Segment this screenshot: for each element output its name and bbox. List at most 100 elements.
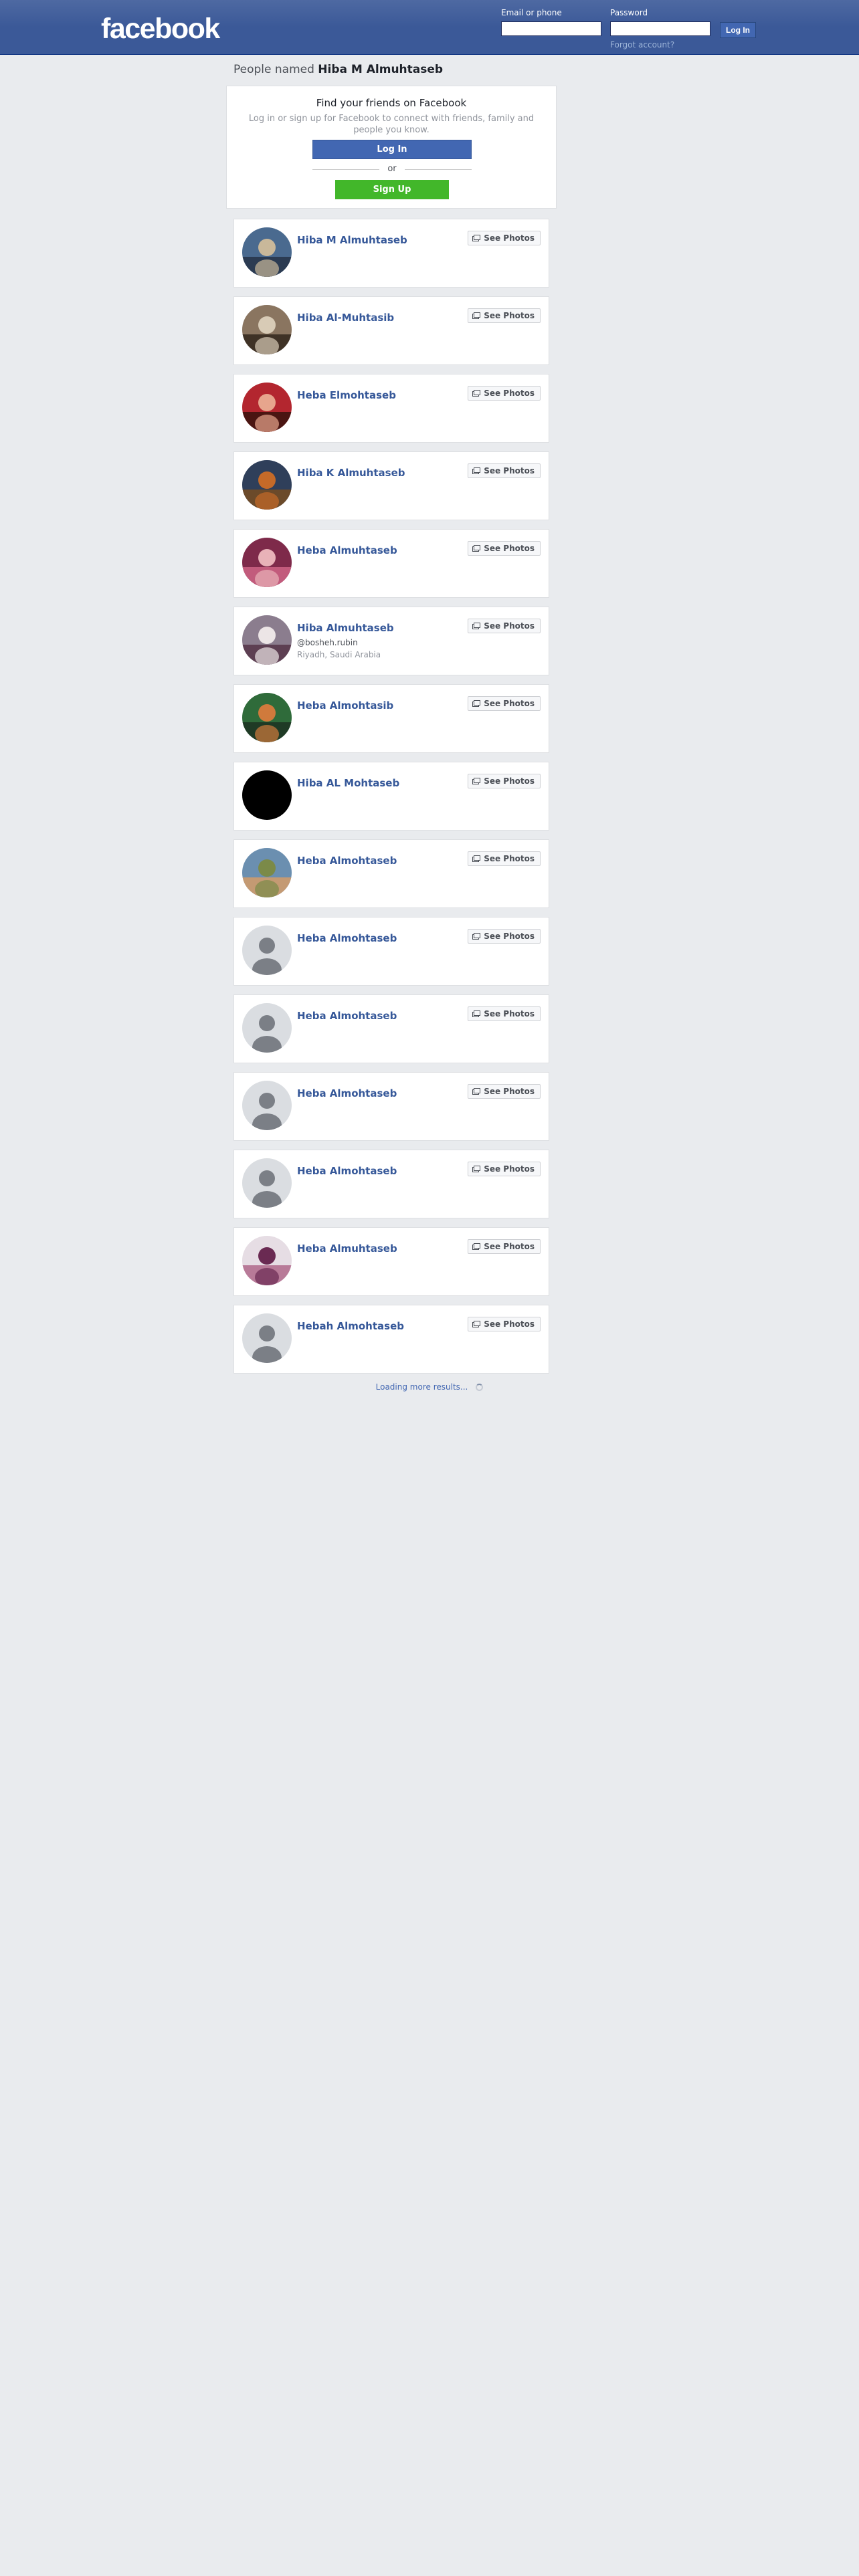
profile-name-link[interactable]: Heba Almohtasib [297,700,393,712]
page-title-prefix: People named [233,63,318,76]
profile-name-link[interactable]: Heba Almohtaseb [297,932,397,944]
profile-photo [242,1236,292,1285]
profile-avatar[interactable] [242,770,292,820]
email-field-group: Email or phone [501,8,601,36]
photo-icon [472,1010,481,1017]
see-photos-button[interactable]: See Photos [468,774,541,788]
profile-name-link[interactable]: Hiba Al-Muhtasib [297,312,394,324]
see-photos-button[interactable]: See Photos [468,386,541,401]
profile-photo [242,693,292,742]
see-photos-button[interactable]: See Photos [468,1084,541,1099]
profile-avatar[interactable] [242,926,292,975]
email-label: Email or phone [501,8,562,17]
photo-icon [472,545,481,552]
profile-avatar[interactable] [242,1236,292,1285]
photo-icon [472,467,481,474]
profile-avatar[interactable] [242,227,292,277]
see-photos-button[interactable]: See Photos [468,696,541,711]
profile-avatar[interactable] [242,1081,292,1130]
see-photos-button[interactable]: See Photos [468,231,541,245]
see-photos-label: See Photos [484,233,535,243]
photo-icon [472,623,481,629]
see-photos-button[interactable]: See Photos [468,1317,541,1331]
profile-avatar[interactable] [242,615,292,665]
spinner-icon [476,1384,484,1391]
photo-icon [472,390,481,397]
loading-indicator: Loading more results... [0,1382,859,1392]
see-photos-label: See Photos [484,1242,535,1251]
result-card: Heba Almohtaseb See Photos [233,1150,549,1218]
see-photos-button[interactable]: See Photos [468,929,541,944]
see-photos-button[interactable]: See Photos [468,619,541,633]
email-input[interactable] [501,21,601,36]
or-divider: or [312,164,472,175]
search-results-list: Hiba M Almuhtaseb See Photos Hiba Al-Muhta… [233,219,549,1382]
result-card: Heba Almohtaseb See Photos [233,1072,549,1141]
profile-name-link[interactable]: Heba Almohtaseb [297,1087,397,1099]
profile-name-link[interactable]: Hiba K Almuhtaseb [297,467,405,479]
see-photos-label: See Photos [484,1164,535,1174]
profile-name-link[interactable]: Heba Almuhtaseb [297,544,397,556]
result-card: Hiba Almuhtaseb @bosheh.rubin Riyadh, Saud… [233,607,549,675]
see-photos-button[interactable]: See Photos [468,463,541,478]
photo-icon [472,1166,481,1172]
find-friends-title: Find your friends on Facebook [316,97,467,109]
photo-icon [472,1088,481,1095]
profile-name-link[interactable]: Heba Almuhtaseb [297,1243,397,1255]
photo-icon [472,312,481,319]
profile-avatar[interactable] [242,693,292,742]
result-card: Heba Almohtaseb See Photos [233,839,549,908]
profile-avatar[interactable] [242,848,292,897]
profile-photo [242,615,292,665]
forgot-account-link[interactable]: Forgot account? [610,40,710,49]
profile-name-link[interactable]: Heba Elmohtaseb [297,389,396,401]
profile-name-link[interactable]: Heba Almohtaseb [297,1010,397,1022]
password-input[interactable] [610,21,710,36]
profile-avatar[interactable] [242,1158,292,1208]
profile-avatar[interactable] [242,460,292,510]
see-photos-button[interactable]: See Photos [468,1006,541,1021]
see-photos-label: See Photos [484,389,535,398]
profile-avatar[interactable] [242,538,292,587]
see-photos-label: See Photos [484,1009,535,1018]
result-card: Hiba AL Mohtaseb See Photos [233,762,549,831]
password-field-group: Password Forgot account? [610,8,710,49]
page-title: People named Hiba M Almuhtaseb [233,63,443,76]
profile-avatar[interactable] [242,305,292,354]
photo-icon [472,700,481,707]
find-friends-panel: Find your friends on Facebook Log in or … [226,86,557,209]
see-photos-button[interactable]: See Photos [468,1239,541,1254]
login-button[interactable]: Log In [312,140,472,159]
see-photos-label: See Photos [484,854,535,863]
header-login-button[interactable]: Log In [720,22,756,38]
profile-name-link[interactable]: Hiba Almuhtaseb [297,622,394,634]
profile-name-link[interactable]: Heba Almohtaseb [297,855,397,867]
see-photos-button[interactable]: See Photos [468,541,541,556]
photo-icon [472,933,481,940]
result-card: Heba Almohtasib See Photos [233,684,549,753]
result-card: Heba Almohtaseb See Photos [233,994,549,1063]
result-card: Heba Almohtaseb See Photos [233,917,549,986]
see-photos-button[interactable]: See Photos [468,308,541,323]
password-label: Password [610,8,648,17]
facebook-logo[interactable]: facebook [101,15,220,43]
result-card: Hiba K Almuhtaseb See Photos [233,451,549,520]
default-profile-icon [242,1158,292,1208]
profile-avatar[interactable] [242,1003,292,1053]
profile-avatar[interactable] [242,383,292,432]
default-profile-icon [242,1003,292,1053]
profile-name-link[interactable]: Hiba AL Mohtaseb [297,777,399,789]
see-photos-button[interactable]: See Photos [468,1162,541,1176]
see-photos-label: See Photos [484,699,535,708]
profile-photo [242,848,292,897]
photo-icon [472,855,481,862]
profile-avatar[interactable] [242,1313,292,1363]
signup-button[interactable]: Sign Up [335,180,449,199]
profile-name-link[interactable]: Heba Almohtaseb [297,1165,397,1177]
profile-name-link[interactable]: Hiba M Almuhtaseb [297,234,407,246]
result-card: Heba Almuhtaseb See Photos [233,529,549,598]
page-title-name: Hiba M Almuhtaseb [318,63,444,76]
see-photos-button[interactable]: See Photos [468,851,541,866]
top-bar: facebook Email or phone Password Forgot … [0,0,859,55]
profile-name-link[interactable]: Hebah Almohtaseb [297,1320,404,1332]
